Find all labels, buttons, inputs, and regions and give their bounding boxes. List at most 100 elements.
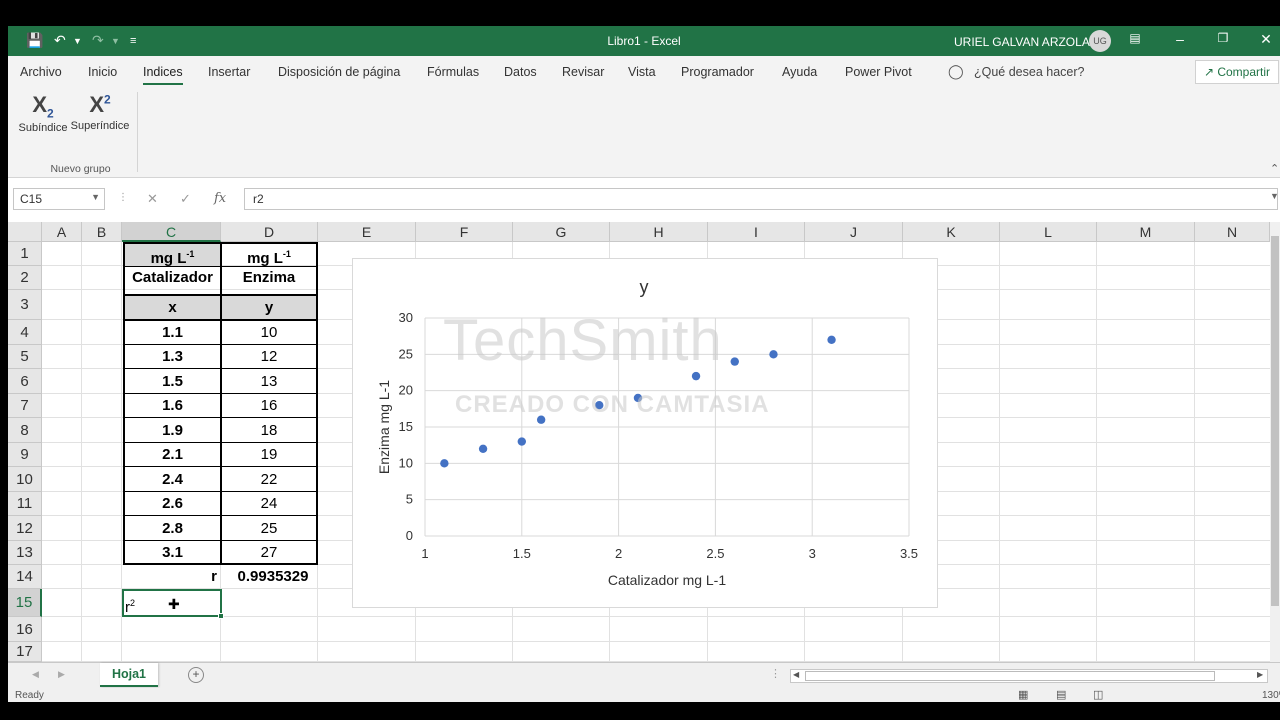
row-header-15[interactable]: 15 <box>8 589 42 617</box>
x-tick-label: 3 <box>809 546 816 561</box>
title-bar: 💾 ↶ ▼ ↷ ▼ ≡ Libro1 - Excel URIEL GALVAN … <box>8 26 1280 56</box>
scroll-left-icon[interactable]: ◀ <box>793 670 799 679</box>
y-tick-label: 10 <box>399 455 413 470</box>
row-header-11[interactable]: 11 <box>8 492 42 516</box>
row-header-5[interactable]: 5 <box>8 345 42 369</box>
column-header-k[interactable]: K <box>903 222 1000 242</box>
tab-split-icon[interactable]: ⋮ <box>770 667 781 680</box>
column-header-g[interactable]: G <box>513 222 610 242</box>
data-point <box>827 335 836 344</box>
column-header-h[interactable]: H <box>610 222 708 242</box>
row-header-13[interactable]: 13 <box>8 541 42 565</box>
insert-function-icon[interactable]: fx <box>214 191 226 206</box>
tab-datos[interactable]: Datos <box>504 65 537 79</box>
ribbon-display-options-icon[interactable]: ▤ <box>1125 31 1145 45</box>
tab-indices[interactable]: Indices <box>143 65 183 85</box>
fill-handle[interactable] <box>218 613 224 619</box>
table-row-line <box>123 442 318 443</box>
row-header-4[interactable]: 4 <box>8 320 42 345</box>
column-header-a[interactable]: A <box>42 222 82 242</box>
column-header-i[interactable]: I <box>708 222 805 242</box>
superscript-button[interactable]: X2 Superíndice <box>68 92 132 132</box>
row-header-10[interactable]: 10 <box>8 467 42 492</box>
row-header-1[interactable]: 1 <box>8 242 42 266</box>
tab-insertar[interactable]: Insertar <box>208 65 250 79</box>
enter-icon[interactable]: ✓ <box>180 191 191 207</box>
vertical-scrollbar[interactable] <box>1270 222 1280 662</box>
collapse-ribbon-icon[interactable]: ⌃ <box>1270 162 1279 175</box>
ribbon-body: X2 Subíndice X2 Superíndice Nuevo grupo … <box>8 88 1280 178</box>
row-header-8[interactable]: 8 <box>8 418 42 443</box>
avatar[interactable]: UG <box>1089 30 1111 52</box>
table-line-3 <box>123 319 318 321</box>
row-header-7[interactable]: 7 <box>8 394 42 418</box>
zoom-level[interactable]: 130% <box>1262 690 1280 701</box>
subscript-button[interactable]: X2 Subíndice <box>14 92 72 134</box>
column-header-d[interactable]: D <box>221 222 318 242</box>
gridline-col <box>1194 242 1195 662</box>
row-header-16[interactable]: 16 <box>8 617 42 642</box>
tab-archivo[interactable]: Archivo <box>20 65 62 79</box>
tab-disposicion[interactable]: Disposición de página <box>278 65 400 79</box>
tell-me-search[interactable]: ¿Qué desea hacer? <box>974 65 1085 79</box>
column-header-n[interactable]: N <box>1195 222 1270 242</box>
vertical-scroll-thumb[interactable] <box>1271 236 1279 606</box>
table-row-line <box>123 344 318 345</box>
next-sheet-icon[interactable]: ▶ <box>58 669 65 680</box>
gridline-row <box>42 616 1270 617</box>
more-icon: ⋮ <box>118 192 128 203</box>
row-header-2[interactable]: 2 <box>8 266 42 290</box>
worksheet-grid[interactable]: ABCDEFGHIJKLMN 1 2 3 4 5 6 7 8 9 10 11 12 13 14 15 16 17… <box>8 222 1270 662</box>
row-header-3[interactable]: 3 <box>8 290 42 320</box>
cancel-icon[interactable]: ✕ <box>147 191 158 207</box>
add-sheet-icon[interactable]: + <box>188 667 204 683</box>
horizontal-scrollbar[interactable]: ◀ ▶ <box>790 669 1268 683</box>
gridline-col <box>999 242 1000 662</box>
share-button[interactable]: ↗ Compartir <box>1195 60 1279 84</box>
expand-formula-bar-icon[interactable]: ▼ <box>1270 191 1279 201</box>
tab-inicio[interactable]: Inicio <box>88 65 117 79</box>
row-header-14[interactable]: 14 <box>8 565 42 589</box>
column-header-f[interactable]: F <box>416 222 513 242</box>
column-header-j[interactable]: J <box>805 222 903 242</box>
cell-c14[interactable]: r <box>124 565 221 589</box>
prev-sheet-icon[interactable]: ◀ <box>32 669 39 680</box>
scatter-chart[interactable]: 0 5 10 15 20 25 30 1 1.5 2 2.5 3 3.5 y Catalizador mg … <box>352 258 938 608</box>
x-tick-label: 1.5 <box>513 546 531 561</box>
share-label: Compartir <box>1217 65 1271 79</box>
tab-ayuda[interactable]: Ayuda <box>782 65 817 79</box>
column-header-b[interactable]: B <box>82 222 122 242</box>
page-layout-icon[interactable]: ▤ <box>1056 688 1066 701</box>
row-header-17[interactable]: 17 <box>8 642 42 662</box>
restore-icon[interactable]: ❐ <box>1213 31 1233 45</box>
formula-input[interactable]: r2 <box>244 188 1278 210</box>
select-all-corner[interactable] <box>8 222 42 242</box>
scroll-right-icon[interactable]: ▶ <box>1257 670 1263 679</box>
row-header-6[interactable]: 6 <box>8 369 42 394</box>
horizontal-scroll-thumb[interactable] <box>805 671 1215 681</box>
page-break-icon[interactable]: ◫ <box>1093 688 1103 701</box>
column-header-e[interactable]: E <box>318 222 416 242</box>
column-header-m[interactable]: M <box>1097 222 1195 242</box>
sheet-tab-hoja1[interactable]: Hoja1 <box>100 663 158 687</box>
x-tick-label: 1 <box>421 546 428 561</box>
normal-view-icon[interactable]: ▦ <box>1018 688 1028 701</box>
close-icon[interactable]: ✕ <box>1256 31 1276 48</box>
minimize-icon[interactable]: – <box>1170 31 1190 47</box>
tab-power-pivot[interactable]: Power Pivot <box>845 65 912 79</box>
chevron-down-icon[interactable]: ▼ <box>91 192 100 202</box>
table-row-line <box>123 417 318 418</box>
user-name[interactable]: URIEL GALVAN ARZOLA <box>954 35 1090 49</box>
table-row-line <box>123 515 318 516</box>
row-header-12[interactable]: 12 <box>8 516 42 541</box>
cell-d14[interactable]: 0.9935329 <box>221 565 325 589</box>
column-header-l[interactable]: L <box>1000 222 1097 242</box>
tab-revisar[interactable]: Revisar <box>562 65 604 79</box>
tab-formulas[interactable]: Fórmulas <box>427 65 479 79</box>
tab-vista[interactable]: Vista <box>628 65 656 79</box>
tab-programador[interactable]: Programador <box>681 65 754 79</box>
data-point <box>691 371 701 381</box>
column-header-c[interactable]: C <box>122 222 221 242</box>
name-box[interactable]: C15 ▼ <box>13 188 105 210</box>
row-header-9[interactable]: 9 <box>8 443 42 467</box>
